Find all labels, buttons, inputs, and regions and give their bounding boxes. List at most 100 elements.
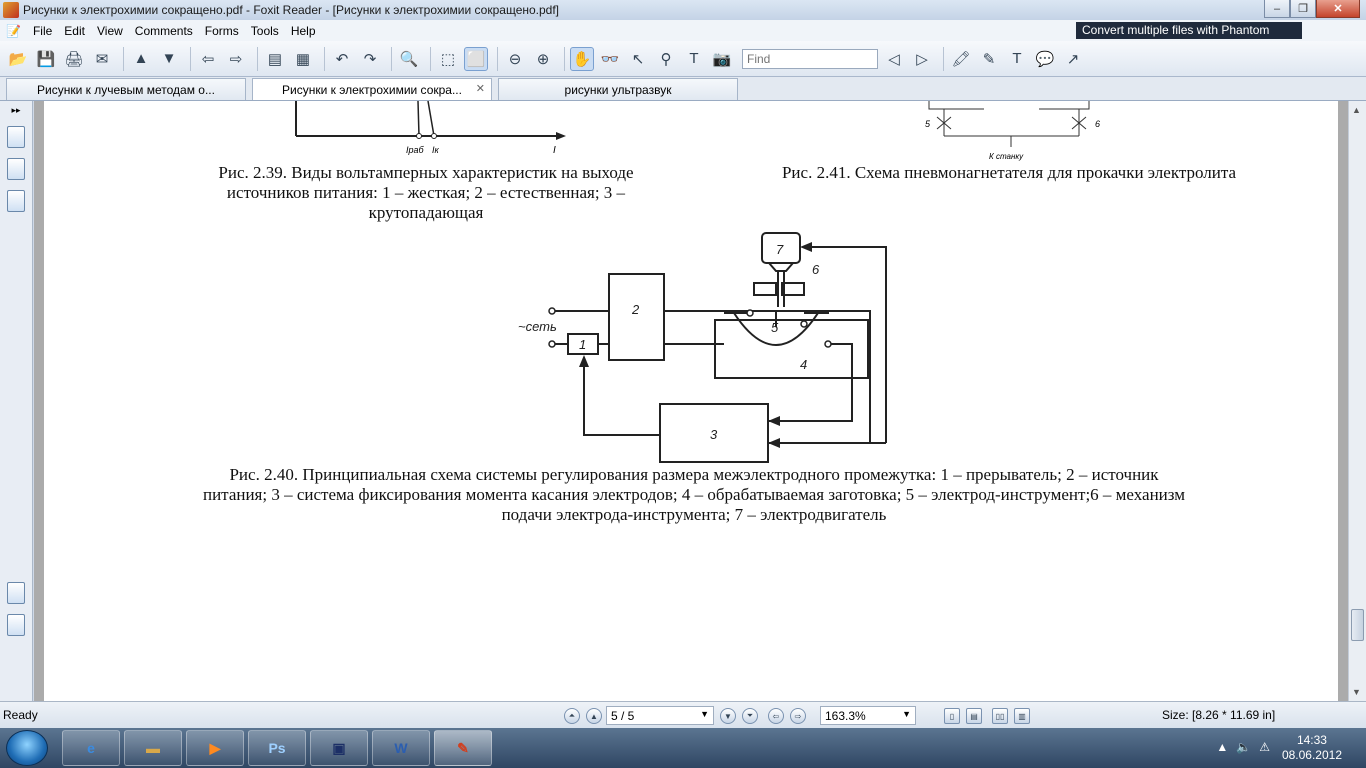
tab-document-1[interactable]: Рисунки к лучевым методам о... xyxy=(6,78,246,100)
zoom-out-icon[interactable]: ⊖ xyxy=(503,47,527,71)
start-button[interactable] xyxy=(6,730,48,766)
glasses-icon[interactable]: 👓 xyxy=(598,47,622,71)
facing-icon[interactable]: ▯▯ xyxy=(992,708,1008,724)
single-page-icon[interactable]: ▯ xyxy=(944,708,960,724)
page-size: Size: [8.26 * 11.69 in] xyxy=(1162,708,1276,722)
pages-icon[interactable] xyxy=(7,158,25,180)
page-number-field[interactable]: 5 / 5 ▼ xyxy=(606,706,714,725)
page-icon[interactable]: ▦ xyxy=(291,47,315,71)
vertical-scrollbar[interactable]: ▲ ▼ xyxy=(1348,101,1366,701)
scroll-down-icon[interactable]: ▼ xyxy=(1352,687,1361,697)
back-icon[interactable]: ⇦ xyxy=(196,47,220,71)
fit-page-icon[interactable]: ⬚ xyxy=(436,47,460,71)
toolbar: 📂 💾 🖨 ✉ ▲ ▼ ⇦ ⇨ ▤ ▦ ↶ ↷ 🔍 ⬚ ⬜ ⊖ ⊕ ✋ 👓 ↖ … xyxy=(0,41,1366,77)
maximize-button[interactable]: ❐ xyxy=(1290,0,1316,18)
note-icon[interactable]: 💬 xyxy=(1033,47,1057,71)
axis-label-i-k: Iк xyxy=(432,145,440,155)
go-back-icon[interactable]: ⇦ xyxy=(768,708,784,724)
clock[interactable]: 14:33 08.06.2012 xyxy=(1282,733,1342,763)
chevron-down-icon[interactable]: ▼ xyxy=(700,709,709,719)
media-player-icon[interactable]: ▶ xyxy=(186,730,244,766)
fig239-graph: Iраб Iк I xyxy=(295,101,566,156)
textbox-icon[interactable]: T xyxy=(1005,47,1029,71)
label-5: 5 xyxy=(925,119,931,129)
find-prev-icon[interactable]: ◁ xyxy=(882,47,906,71)
prev-page-icon[interactable]: ▲ xyxy=(129,47,153,71)
fig239-caption: Рис. 2.39. Виды вольтамперных характерис… xyxy=(218,163,634,222)
title-bar: Рисунки к электрохимии сокращено.pdf - F… xyxy=(0,0,1366,20)
clock-time: 14:33 xyxy=(1296,733,1327,747)
highlight-icon[interactable]: 🖍 xyxy=(949,47,973,71)
system-tray-icons[interactable]: ▲🔈⚠ xyxy=(1216,740,1278,754)
label-b5: 5 xyxy=(771,320,779,335)
find-input[interactable] xyxy=(742,48,878,69)
menu-view[interactable]: View xyxy=(91,24,129,38)
find-next-icon[interactable]: ▷ xyxy=(910,47,934,71)
redo-icon[interactable]: ↷ xyxy=(358,47,382,71)
scroll-thumb[interactable] xyxy=(1351,609,1364,641)
email-icon[interactable]: ✉ xyxy=(90,47,114,71)
tab-document-3[interactable]: рисунки ультразвук xyxy=(498,78,738,100)
menu-file[interactable]: File xyxy=(27,24,58,38)
menu-forms[interactable]: Forms xyxy=(199,24,245,38)
print-icon[interactable]: 🖨 xyxy=(62,47,86,71)
axis-label-i-rab: Iраб xyxy=(406,145,425,155)
hand-tool-icon[interactable]: ✋ xyxy=(570,46,594,71)
first-page-icon[interactable]: ⏶ xyxy=(564,708,580,724)
comments-icon[interactable] xyxy=(7,582,25,604)
status-bar: Ready ⏶ ▲ 5 / 5 ▼ ▼ ⏷ ⇦ ⇨ 163.3% ▼ ▯ ▤ ▯… xyxy=(0,701,1366,728)
internet-explorer-icon[interactable]: e xyxy=(62,730,120,766)
menu-comments[interactable]: Comments xyxy=(129,24,199,38)
attachments-icon[interactable] xyxy=(7,614,25,636)
snapshot-icon[interactable]: 📷 xyxy=(710,47,734,71)
menu-help[interactable]: Help xyxy=(285,24,322,38)
foxit-taskbar-icon[interactable]: ✎ xyxy=(434,730,492,766)
label-k-stanku: К станку xyxy=(989,152,1024,161)
go-forward-icon[interactable]: ⇨ xyxy=(790,708,806,724)
forward-icon[interactable]: ⇨ xyxy=(224,47,248,71)
foxit-app-icon xyxy=(3,2,19,18)
clock-date: 08.06.2012 xyxy=(1281,748,1342,762)
tab-document-2[interactable]: Рисунки к электрохимии сокра... ✕ xyxy=(252,78,492,100)
close-button[interactable]: ✕ xyxy=(1316,0,1360,18)
document-viewport[interactable]: Iраб Iк I 5 6 К станку Рис. 2.39. Виды в… xyxy=(34,101,1348,701)
next-page-icon[interactable]: ▼ xyxy=(157,47,181,71)
minimize-button[interactable]: – xyxy=(1264,0,1290,18)
menu-edit[interactable]: Edit xyxy=(58,24,91,38)
word-icon[interactable]: W xyxy=(372,730,430,766)
menu-tools[interactable]: Tools xyxy=(245,24,285,38)
explorer-folder-icon[interactable]: ▬ xyxy=(124,730,182,766)
pencil-icon[interactable]: ✎ xyxy=(977,47,1001,71)
save-icon[interactable]: 💾 xyxy=(34,47,58,71)
close-tab-icon[interactable]: ✕ xyxy=(476,82,485,95)
chevron-down-icon[interactable]: ▼ xyxy=(902,709,911,719)
next-page-status-icon[interactable]: ▼ xyxy=(720,708,736,724)
photoshop-icon[interactable]: Ps xyxy=(248,730,306,766)
zoom-tool-icon[interactable]: 🔍 xyxy=(397,47,421,71)
taskbar: e ▬ ▶ Ps ▣ W ✎ ▲🔈⚠ 14:33 08.06.2012 xyxy=(0,728,1366,768)
label-b3: 3 xyxy=(710,427,718,442)
undo-icon[interactable]: ↶ xyxy=(330,47,354,71)
expand-panel-icon[interactable]: ▸▸ xyxy=(0,105,32,116)
zoom-field[interactable]: 163.3% ▼ xyxy=(820,706,916,725)
continuous-facing-icon[interactable]: ▥ xyxy=(1014,708,1030,724)
arrow-tool-icon[interactable]: ↗ xyxy=(1061,47,1085,71)
window-title: Рисунки к электрохимии сокращено.pdf - F… xyxy=(23,3,560,17)
floppy-app-icon[interactable]: ▣ xyxy=(310,730,368,766)
open-folder-icon[interactable]: 📂 xyxy=(6,47,30,71)
app-menu-icon[interactable]: 📝 xyxy=(0,24,27,38)
scroll-up-icon[interactable]: ▲ xyxy=(1352,105,1361,115)
last-page-icon[interactable]: ⏷ xyxy=(742,708,758,724)
promo-banner[interactable]: Convert multiple files with Phantom xyxy=(1076,22,1302,39)
bookmarks-icon[interactable] xyxy=(7,126,25,148)
label-b2: 2 xyxy=(631,302,640,317)
binoculars-icon[interactable]: ⚲ xyxy=(654,47,678,71)
layers-icon[interactable] xyxy=(7,190,25,212)
text-select-icon[interactable]: T xyxy=(682,47,706,71)
prev-page-status-icon[interactable]: ▲ xyxy=(586,708,602,724)
select-arrow-icon[interactable]: ↖ xyxy=(626,47,650,71)
continuous-icon[interactable]: ▤ xyxy=(966,708,982,724)
fit-width-icon[interactable]: ⬜ xyxy=(464,46,488,71)
zoom-in-icon[interactable]: ⊕ xyxy=(531,47,555,71)
page-layout-icon[interactable]: ▤ xyxy=(263,47,287,71)
